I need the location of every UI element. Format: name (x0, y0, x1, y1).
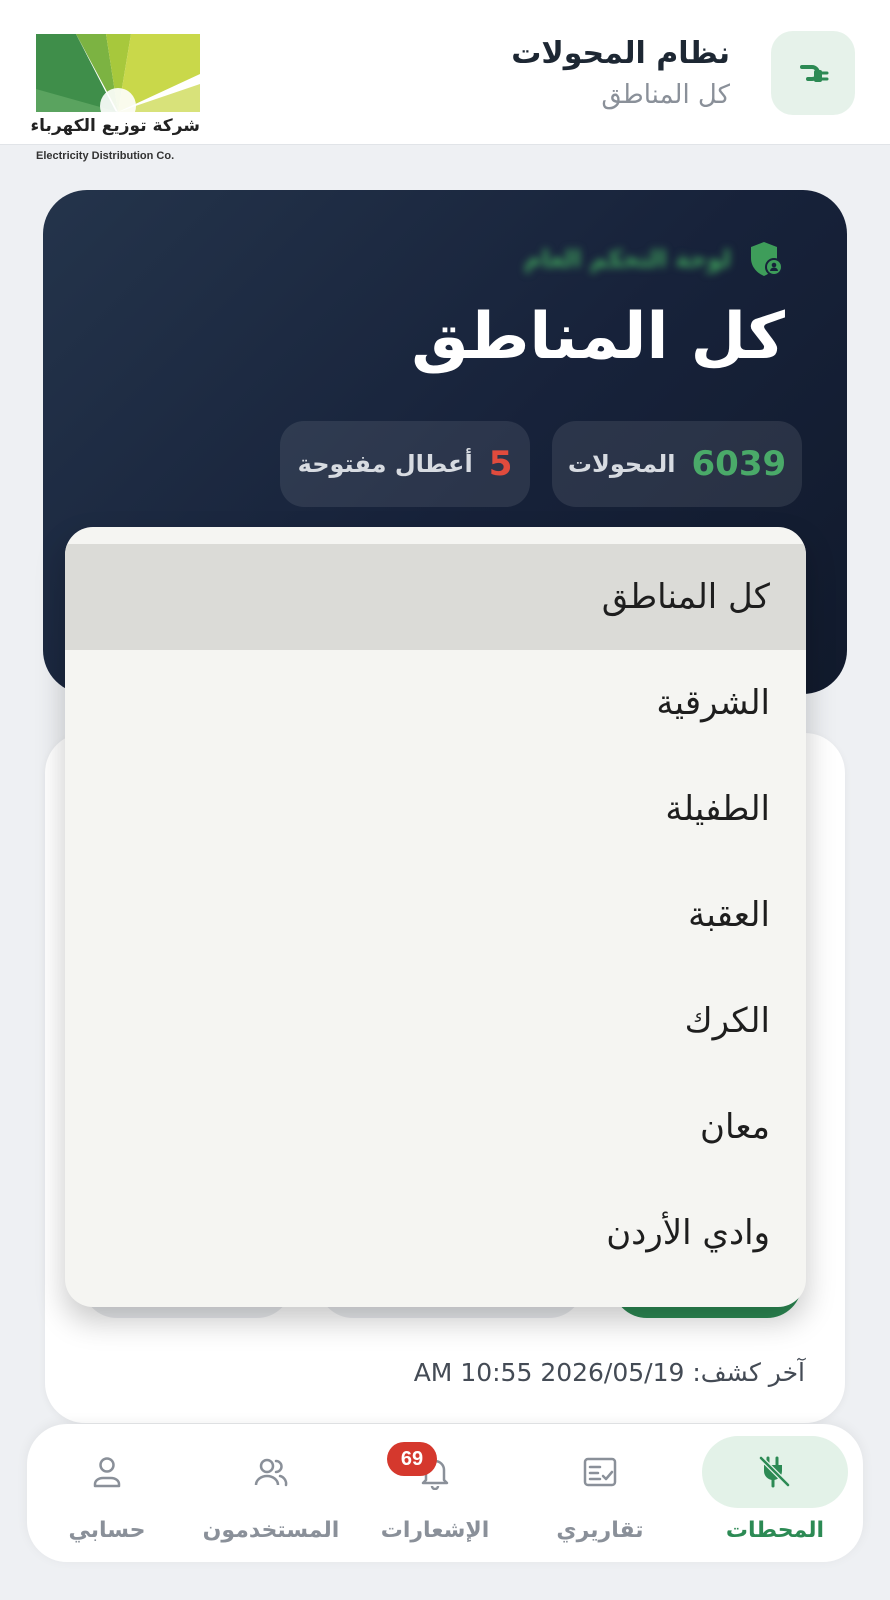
transformers-label: المحولات (567, 450, 676, 478)
last-scan-text: آخر كشف: 2026/05/19 10:55 AM (413, 1358, 805, 1387)
nav-item-reports[interactable]: تقاريري (515, 1424, 685, 1562)
role-label: لوحة التحكم العام (523, 245, 731, 273)
company-logo: شركة توزيع الكهرباء Electricity Distribu… (30, 34, 202, 164)
logo-arabic-text: شركة توزيع الكهرباء (30, 116, 200, 136)
app-title: نظام المحولات (511, 36, 730, 71)
dropdown-option-karak[interactable]: الكرك (65, 968, 806, 1074)
logo-english-text: Electricity Distribution Co. (36, 150, 175, 162)
nav-label: حسابي (68, 1518, 146, 1543)
transformers-stat: 6039 المحولات (552, 421, 802, 507)
dropdown-option-maan[interactable]: معان (65, 1074, 806, 1180)
nav-item-account[interactable]: حسابي (22, 1424, 192, 1562)
app-subtitle: كل المناطق (601, 80, 730, 110)
logo-rays-icon (36, 34, 200, 112)
open-faults-count: 5 (488, 444, 513, 484)
region-dropdown-menu: كل المناطق الشرقية الطفيلة العقبة الكرك … (65, 527, 806, 1307)
open-faults-label: أعطال مفتوحة (297, 450, 473, 478)
user-icon (93, 1457, 121, 1488)
report-checklist-icon (583, 1457, 617, 1487)
shield-user-icon (751, 242, 783, 276)
dropdown-option-eastern[interactable]: الشرقية (65, 650, 806, 756)
bottom-navigation: المحطات تقاريري الإشعارات المستخدمون حسا… (27, 1424, 863, 1562)
plug-icon[interactable] (771, 31, 855, 115)
hero-title: كل المناطق (411, 300, 785, 374)
dropdown-option-tafilah[interactable]: الطفيلة (65, 756, 806, 862)
role-row: لوحة التحكم العام (524, 240, 783, 278)
transformers-count: 6039 (691, 444, 787, 484)
dropdown-option-aqaba[interactable]: العقبة (65, 862, 806, 968)
nav-label: تقاريري (556, 1518, 644, 1543)
plug-off-icon (759, 1456, 790, 1488)
nav-label: المستخدمون (202, 1518, 340, 1543)
nav-item-stations[interactable]: المحطات (690, 1424, 860, 1562)
nav-item-notifications[interactable]: الإشعارات (350, 1424, 520, 1562)
dropdown-option-jordan-valley[interactable]: وادي الأردن (65, 1180, 806, 1286)
users-icon (254, 1458, 288, 1487)
nav-label: المحطات (725, 1518, 825, 1543)
notifications-badge: 69 (387, 1442, 437, 1476)
nav-item-users[interactable]: المستخدمون (186, 1424, 356, 1562)
dropdown-option-all-regions[interactable]: كل المناطق (65, 544, 806, 650)
app-header: نظام المحولات كل المناطق شركة توزيع الكه… (0, 0, 890, 162)
nav-label: الإشعارات (380, 1518, 490, 1543)
open-faults-stat: 5 أعطال مفتوحة (280, 421, 530, 507)
